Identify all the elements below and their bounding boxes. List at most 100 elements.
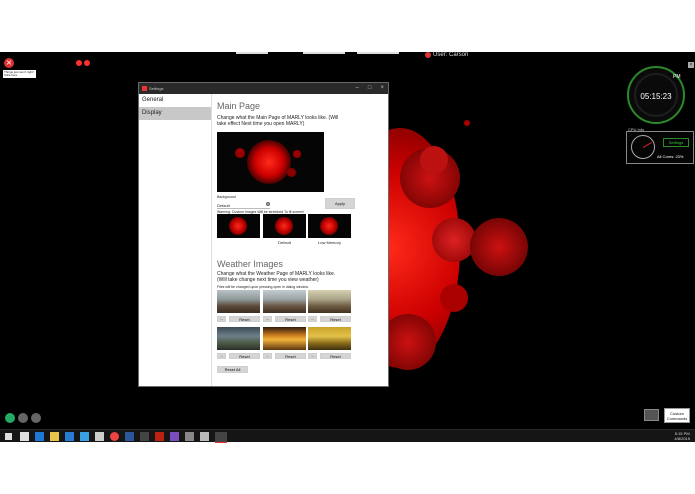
top-edge-mark [303,52,345,54]
background-select-value: Default [217,203,230,208]
preset-thumb-default[interactable] [263,214,306,238]
main-page-heading: Main Page [217,101,261,111]
background-bubble [440,284,468,312]
reset-button[interactable]: Reset [275,353,306,359]
system-date: 4/8/2015 [674,436,690,441]
background-bubble [432,218,476,262]
weather-heading: Weather Images [217,259,283,269]
preview-bubble [293,150,301,158]
folder-icon[interactable] [50,432,59,441]
store-icon[interactable] [35,432,44,441]
apply-button[interactable]: Apply [325,198,355,209]
user-label: User: Carson [433,52,469,58]
minimize-icon[interactable]: – [356,83,359,94]
record-indicators[interactable] [76,53,92,71]
titlebar[interactable]: Settings – □ × [139,83,388,94]
weather-image-thumb[interactable] [263,327,306,350]
reset-button[interactable]: Reset [229,316,260,322]
start-icon[interactable] [5,433,12,440]
window-controls: – □ × [356,83,384,94]
main-page-description: Change what the Main Page of MARLY looks… [217,115,339,127]
maximize-icon[interactable]: □ [368,83,372,94]
clock-time: 05:15:23 [640,92,672,101]
gauge-needle [642,142,652,148]
mail-icon[interactable] [31,413,41,423]
browse-button[interactable]: ... [263,353,272,359]
browse-button[interactable]: ... [217,316,226,322]
social-icons [5,413,41,423]
background-bubble [420,146,448,174]
preview-bubble [247,140,291,184]
camera-button[interactable] [644,409,659,421]
mail-app-icon[interactable] [65,432,74,441]
preset-caption-default: Default [278,240,291,245]
settings-icon[interactable] [18,413,28,423]
main-page-preview [217,132,324,192]
taskbar: 5:15 PM 4/8/2015 [0,429,695,443]
cpu-settings-button[interactable]: Settings [663,138,689,147]
app-icon[interactable] [155,432,164,441]
clock-widget: PM 05:15:23 [627,66,685,124]
sidebar: General Display [139,94,212,386]
preset-bubble [320,217,338,235]
browse-button[interactable]: ... [308,316,317,322]
browse-button[interactable]: ... [263,316,272,322]
system-clock[interactable]: 5:15 PM 4/8/2015 [674,431,690,441]
preset-thumb-low-memory[interactable] [308,214,351,238]
visual-studio-icon[interactable] [170,432,179,441]
weather-image-thumb[interactable] [217,327,260,350]
preset-thumb[interactable] [217,214,260,238]
error-note[interactable]: Things just won't right! Click here [3,70,36,78]
word-icon[interactable] [125,432,134,441]
background-bubble [464,120,470,126]
user-badge: User: Carson [425,52,468,58]
record-icon[interactable] [76,60,82,66]
preview-bubble [235,148,245,158]
browse-button[interactable]: ... [308,353,317,359]
sidebar-item-general[interactable]: General [139,94,211,107]
background-select[interactable]: Default ▾ [217,202,270,209]
taskbar-apps [20,432,227,443]
display-settings: Main Page Change what the Main Page of M… [217,94,388,386]
chrome-icon[interactable] [110,432,119,441]
error-icon[interactable]: × [4,58,14,68]
clock-ampm: PM [673,74,681,80]
task-view-icon[interactable] [20,432,29,441]
app-icon[interactable] [140,432,149,441]
custom-commands-button[interactable]: Custom Commands [664,408,690,423]
background-label: Background [217,195,236,199]
sidebar-item-display[interactable]: Display [139,107,211,120]
reset-button[interactable]: Reset [229,353,260,359]
cpu-usage: All Cores: 23% [657,154,684,159]
top-edge-mark [357,52,399,54]
twitter-icon[interactable] [5,413,15,423]
record-icon[interactable] [84,60,90,66]
preset-bubble [229,217,247,235]
top-edge-mark [236,52,268,54]
weather-image-thumb[interactable] [217,290,260,313]
weather-image-thumb[interactable] [263,290,306,313]
weather-image-thumb[interactable] [308,327,351,350]
ie-icon[interactable] [80,432,89,441]
chevron-down-icon: ▾ [266,202,270,206]
preset-caption-low-memory: Low Memory [318,240,341,245]
side-close-icon[interactable]: × [688,62,694,68]
app-icon[interactable] [185,432,194,441]
marly-icon[interactable] [215,432,227,443]
reset-all-button[interactable]: Reset All [217,366,248,373]
browse-button[interactable]: ... [217,353,226,359]
weather-note: Files will be changed upon pressing open… [217,285,309,289]
app-icon [142,86,147,91]
app-icon[interactable] [200,432,209,441]
cpu-widget: Settings All Cores: 23% [626,131,694,164]
preview-bubble [287,168,296,177]
reset-button[interactable]: Reset [320,316,351,322]
app-icon[interactable] [95,432,104,441]
user-icon [425,52,431,58]
reset-button[interactable]: Reset [275,316,306,322]
reset-button[interactable]: Reset [320,353,351,359]
gauge-icon [631,135,655,159]
close-icon[interactable]: × [380,83,384,94]
weather-image-thumb[interactable] [308,290,351,313]
window-title: Settings [149,86,164,91]
